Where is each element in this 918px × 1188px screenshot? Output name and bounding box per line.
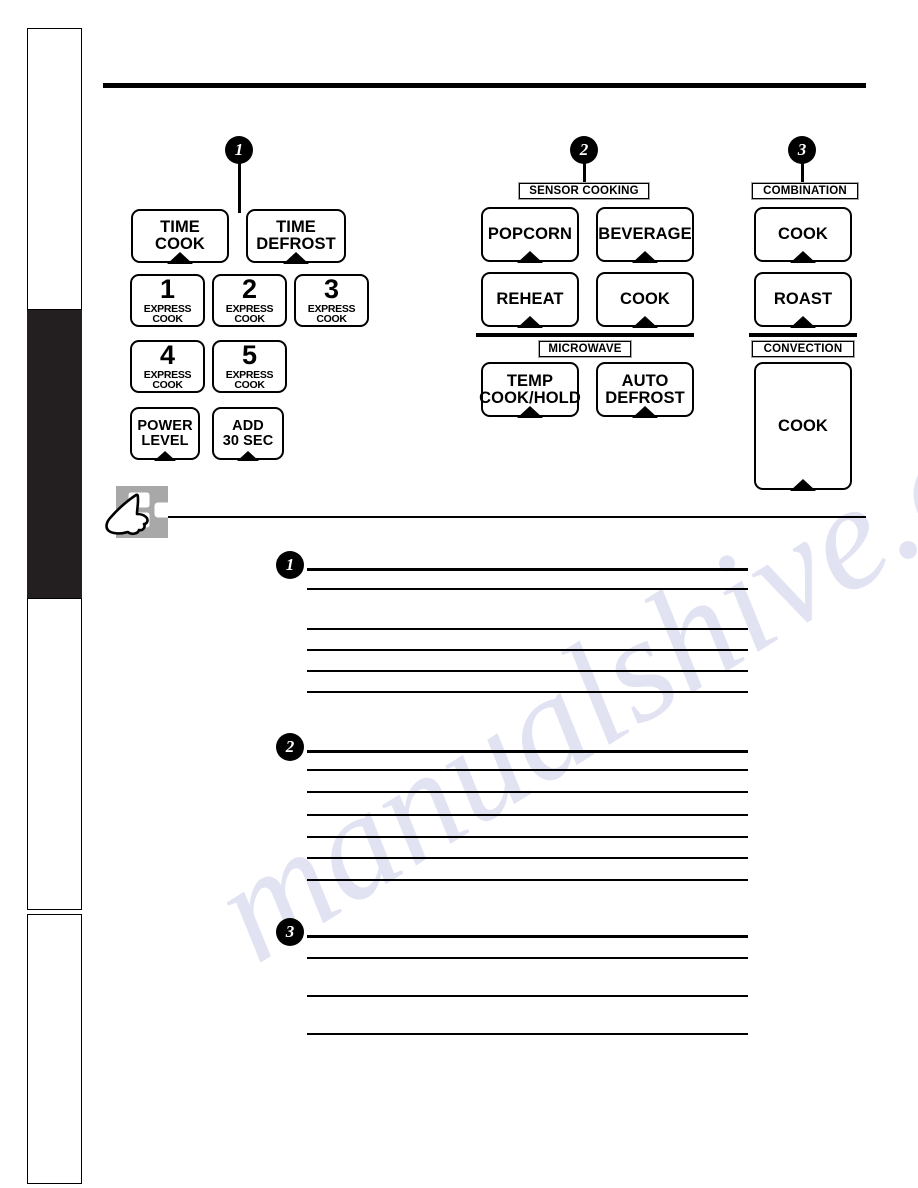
note-line [307, 691, 748, 693]
key-line-1: POWER [137, 417, 193, 434]
note-line [307, 879, 748, 881]
key-line-1: REHEAT [496, 290, 564, 309]
key-line-1: BEVERAGE [598, 225, 692, 244]
key-line-1: AUTO [621, 371, 669, 390]
key-line-2: LEVEL [141, 432, 189, 449]
caption-convection: CONVECTION [751, 340, 855, 358]
note-line [307, 791, 748, 793]
key-time-defrost[interactable]: TIME DEFROST [246, 209, 346, 263]
key-power-level[interactable]: POWER LEVEL [130, 407, 200, 460]
note-line [307, 995, 748, 997]
note-line [307, 836, 748, 838]
caption-sensor-cooking: SENSOR COOKING [518, 182, 650, 200]
key-convection-cook[interactable]: COOK [754, 362, 852, 490]
key-line-2: DEFROST [605, 388, 685, 407]
key-express-cook-4[interactable]: 4 EXPRESS COOK [130, 340, 205, 393]
sidebar-item-tab-4[interactable] [27, 914, 82, 1184]
key-popcorn[interactable]: POPCORN [481, 207, 579, 262]
key-temp-cook-hold[interactable]: TEMP COOK/HOLD [479, 362, 581, 417]
key-sublabel: EXPRESS COOK [143, 368, 192, 392]
note-line [307, 649, 748, 651]
note-line [307, 857, 748, 859]
caption-combination: COMBINATION [751, 182, 859, 200]
key-line-1: ROAST [773, 290, 833, 309]
key-line-2: COOK [155, 235, 205, 253]
key-combination-cook[interactable]: COOK [754, 207, 852, 262]
callout-badge-1: 1 [225, 136, 253, 164]
key-line-1: ADD [232, 417, 264, 434]
note-badge-1: 1 [276, 551, 304, 579]
note-line [307, 568, 748, 571]
note-line [307, 769, 748, 771]
key-number: 4 [159, 340, 176, 370]
key-line-2: COOK/HOLD [479, 388, 581, 407]
key-number: 3 [323, 274, 340, 304]
sidebar-item-tab-2[interactable] [27, 310, 82, 598]
key-auto-defrost[interactable]: AUTO DEFROST [596, 362, 694, 417]
key-sublabel: EXPRESS COOK [225, 302, 274, 326]
key-line-1: COOK [620, 290, 670, 309]
key-sublabel: EXPRESS COOK [225, 368, 274, 392]
key-reheat[interactable]: REHEAT [481, 272, 579, 327]
note-badge-2: 2 [276, 733, 304, 761]
key-express-cook-1[interactable]: 1 EXPRESS COOK [130, 274, 205, 327]
key-sensor-cook[interactable]: COOK [596, 272, 694, 327]
key-number: 5 [241, 340, 258, 370]
key-express-cook-2[interactable]: 2 EXPRESS COOK [212, 274, 287, 327]
separator-combination-convection [749, 333, 857, 338]
pointing-hand-icon [104, 483, 175, 545]
key-combination-roast[interactable]: ROAST [754, 272, 852, 327]
key-line-1: COOK [778, 225, 828, 244]
note-line [307, 588, 748, 590]
caption-microwave: MICROWAVE [538, 340, 632, 358]
header-rule [103, 83, 866, 88]
note-badge-3: 3 [276, 918, 304, 946]
callout-badge-3: 3 [788, 136, 816, 164]
key-line-1: TIME [160, 218, 200, 237]
manual-page: manualshive.com 1 TIME COOK TIME DEFROST… [0, 0, 918, 1188]
note-line [307, 814, 748, 816]
key-number: 1 [159, 274, 176, 304]
callout-1-leader [238, 158, 241, 213]
sidebar-item-tab-1[interactable] [27, 28, 82, 310]
key-express-cook-5[interactable]: 5 EXPRESS COOK [212, 340, 287, 393]
callout-badge-2: 2 [570, 136, 598, 164]
key-time-cook[interactable]: TIME COOK [131, 209, 229, 263]
note-line [307, 957, 748, 959]
sidebar-item-tab-3[interactable] [27, 598, 82, 910]
key-line-2: DEFROST [256, 235, 336, 253]
key-line-1: TEMP [506, 371, 554, 390]
key-line-2: 30 SEC [222, 432, 274, 449]
key-line-1: COOK [778, 417, 828, 435]
key-line-1: POPCORN [487, 225, 573, 244]
key-line-1: TIME [276, 218, 316, 237]
key-sublabel: EXPRESS COOK [307, 302, 356, 326]
note-line [307, 628, 748, 630]
section-divider-rule [168, 516, 866, 519]
note-line [307, 935, 748, 938]
key-number: 2 [241, 274, 258, 304]
sidebar-tab-strip [27, 28, 82, 1184]
key-sublabel: EXPRESS COOK [143, 302, 192, 326]
key-add-30-sec[interactable]: ADD 30 SEC [212, 407, 284, 460]
separator-sensor-microwave [476, 333, 694, 338]
note-line [307, 1033, 748, 1035]
note-line [307, 670, 748, 672]
note-line [307, 750, 748, 753]
key-beverage[interactable]: BEVERAGE [596, 207, 694, 262]
key-express-cook-3[interactable]: 3 EXPRESS COOK [294, 274, 369, 327]
